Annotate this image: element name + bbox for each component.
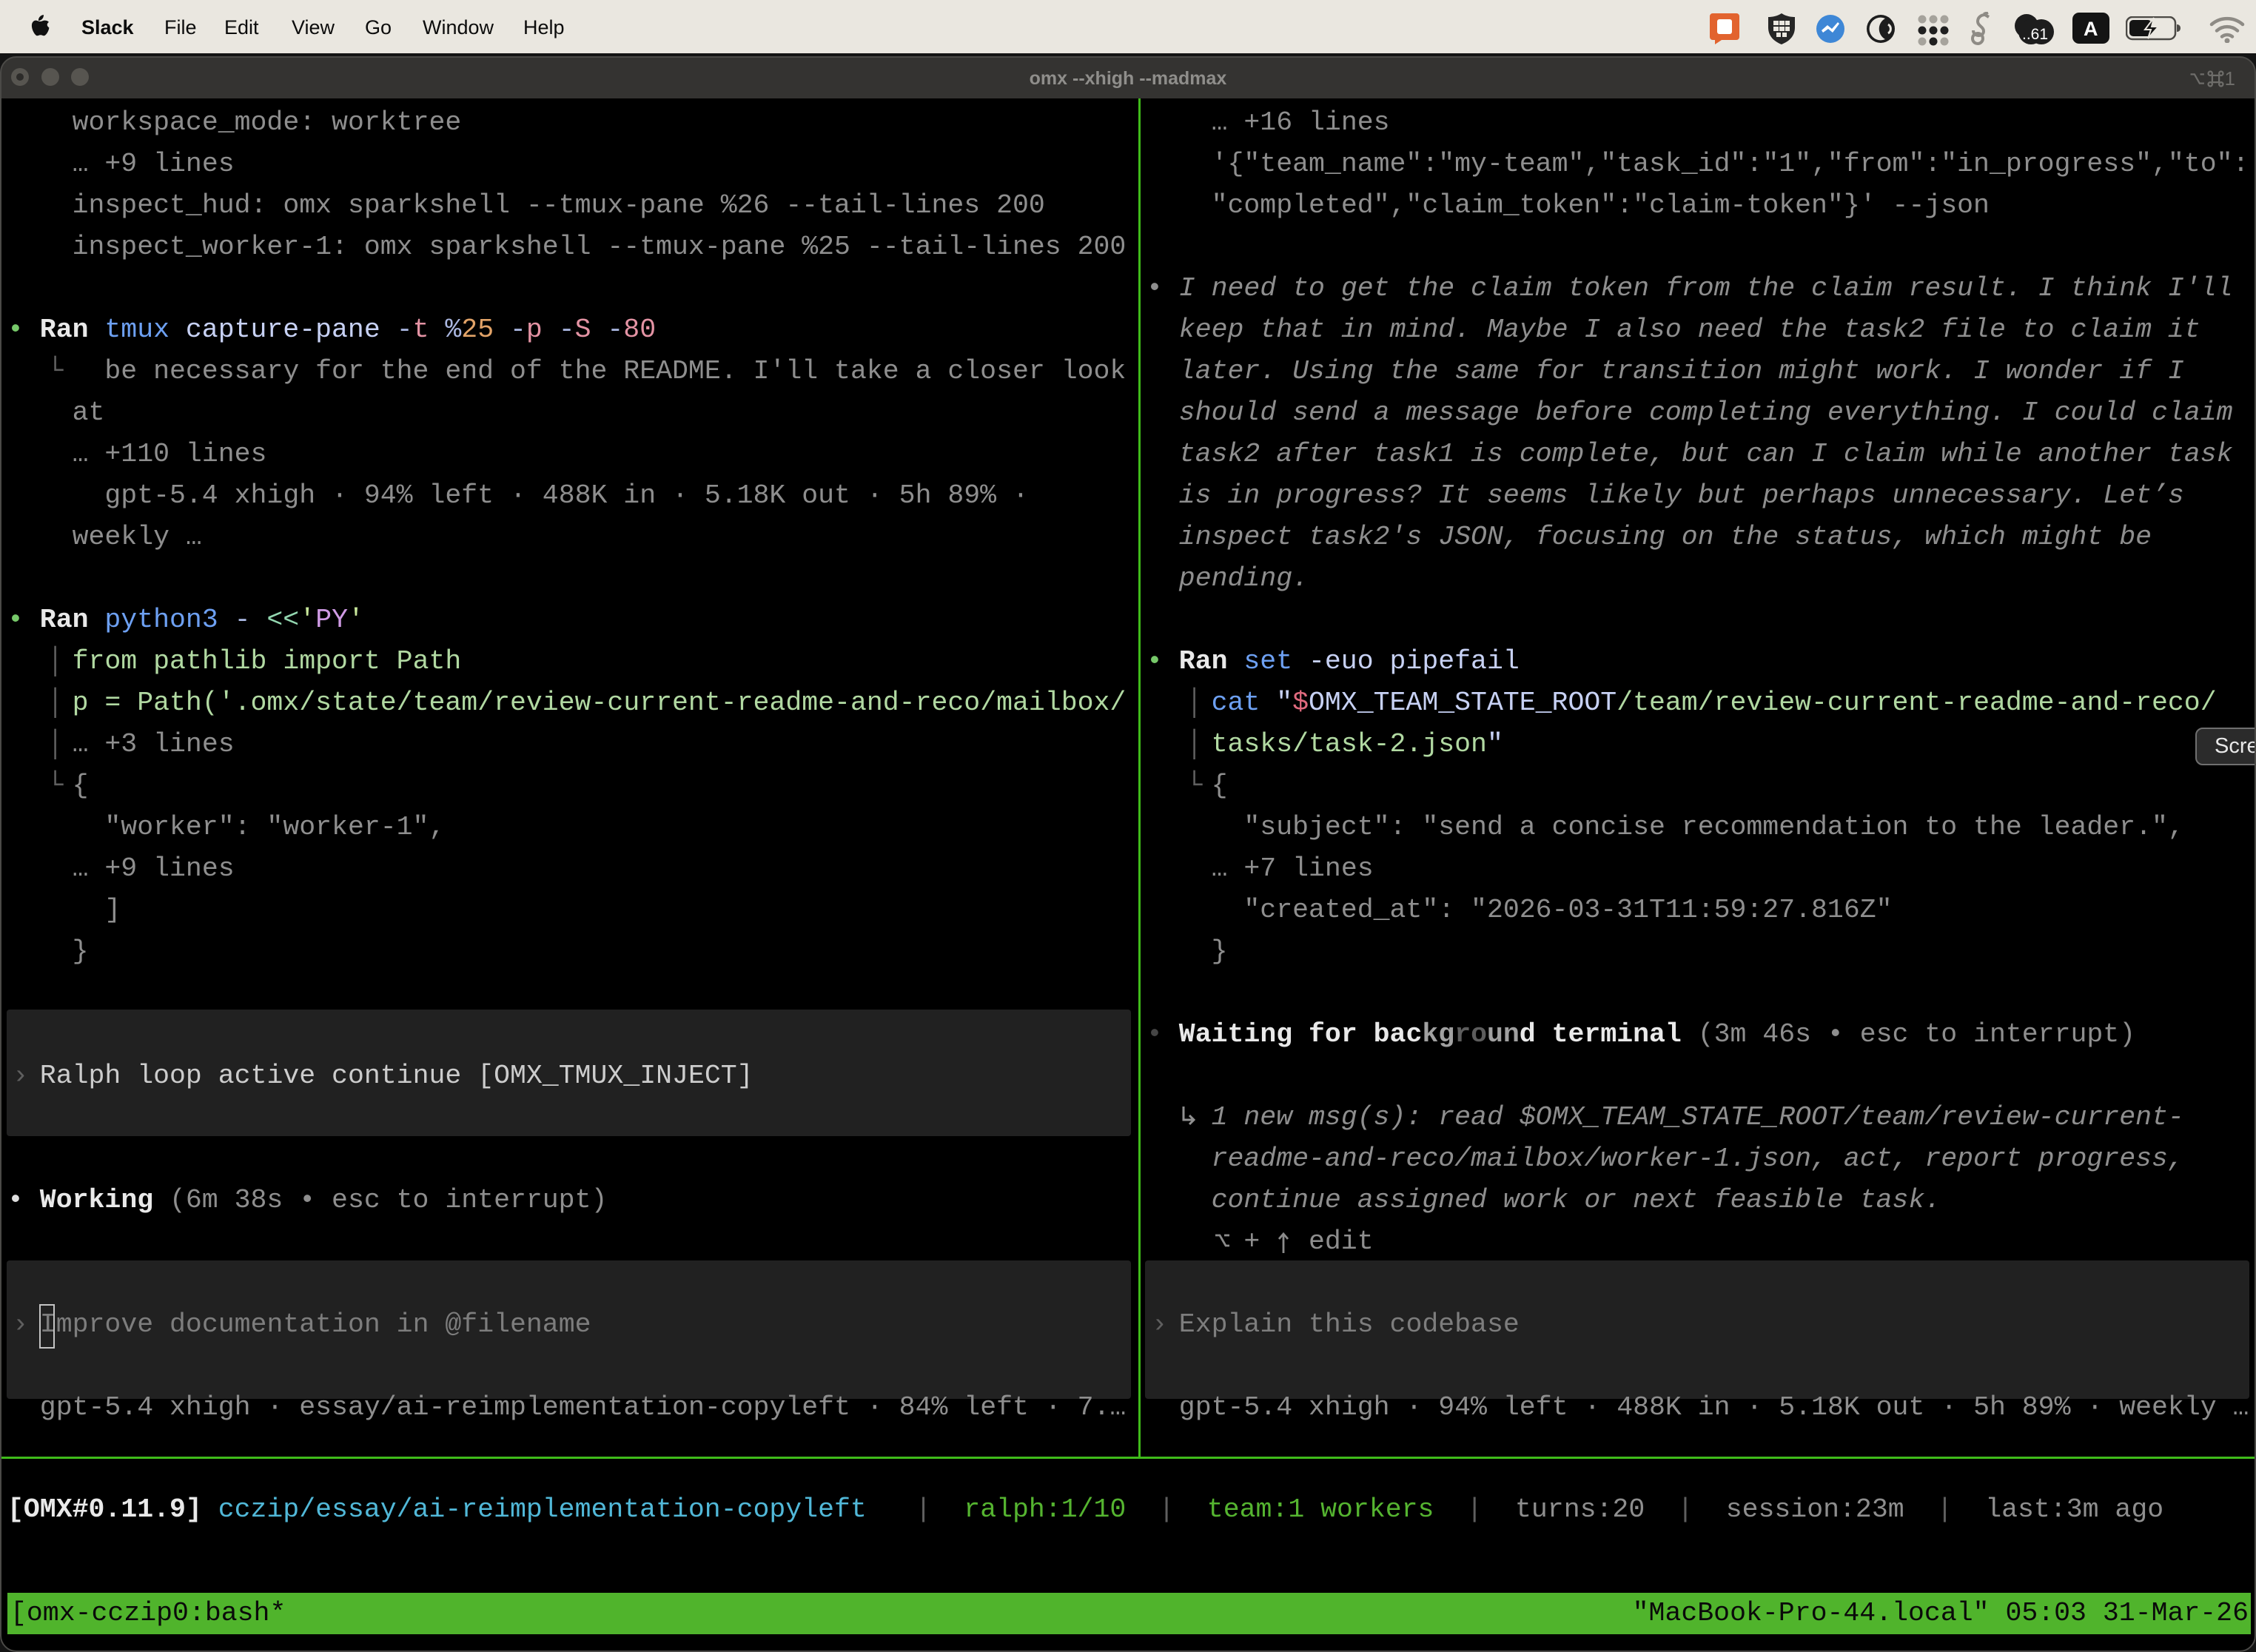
svg-text:A: A (2084, 18, 2098, 40)
svg-text:..61: ..61 (2022, 26, 2048, 43)
